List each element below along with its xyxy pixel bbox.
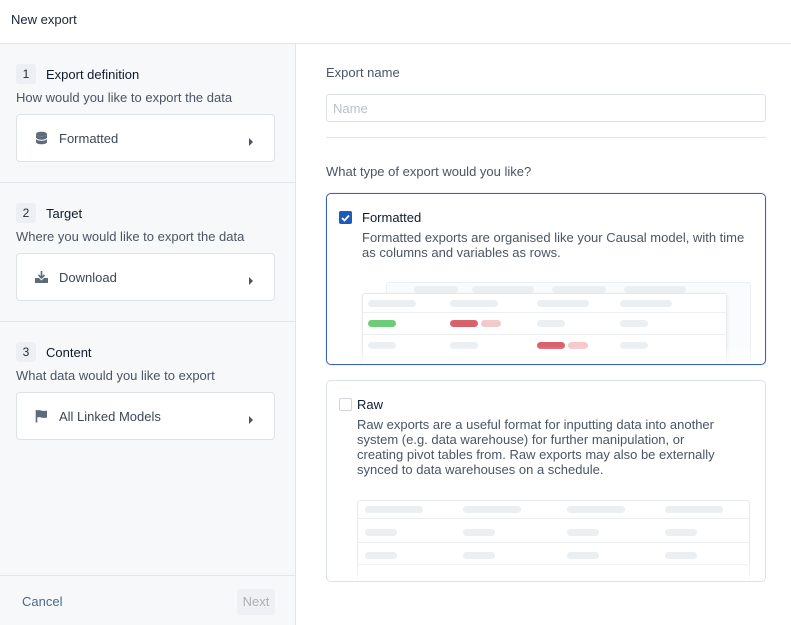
cancel-button[interactable]: Cancel [22,594,62,609]
target-value: Download [59,269,117,285]
formatted-checkbox[interactable] [339,211,352,224]
export-form: Export name What type of export would yo… [296,44,791,625]
export-definition-value: Formatted [59,130,119,146]
step-title: Content [46,344,92,360]
raw-preview-illustration [357,500,752,581]
chevron-right-icon [248,412,256,424]
download-icon [33,269,49,285]
target-select[interactable]: Download [16,253,275,301]
step-export-definition: 1 Export definition How would you like t… [0,44,295,183]
flag-icon [33,408,49,424]
export-definition-select[interactable]: Formatted [16,114,275,162]
export-name-input[interactable] [326,94,766,122]
option-title: Raw [357,397,384,412]
option-description: Formatted exports are organised like you… [362,230,745,260]
step-description: How would you like to export the data [16,90,233,105]
dialog-footer: Cancel Next [0,575,295,625]
export-type-question: What type of export would you like? [326,164,532,179]
chevron-right-icon [248,134,256,146]
option-description: Raw exports are a useful format for inpu… [357,417,715,477]
step-number: 1 [16,64,36,84]
raw-checkbox[interactable] [339,398,352,411]
export-type-formatted-option[interactable]: Formatted Formatted exports are organise… [326,193,766,365]
formatted-preview-illustration [362,282,757,364]
dialog-title: New export [11,12,77,27]
step-title: Target [46,205,83,221]
content-value: All Linked Models [59,408,161,424]
steps-sidebar: 1 Export definition How would you like t… [0,44,296,625]
step-content: 3 Content What data would you like to ex… [0,322,295,462]
step-description: What data would you like to export [16,368,215,383]
dialog-header: New export [0,0,791,44]
step-title: Export definition [46,66,140,82]
option-title: Formatted [362,210,422,225]
export-type-raw-option[interactable]: Raw Raw exports are a useful format for … [326,380,766,582]
chevron-right-icon [248,273,256,285]
checkmark-icon [341,214,350,222]
export-name-label: Export name [326,65,400,80]
content-select[interactable]: All Linked Models [16,392,275,440]
database-icon [33,130,49,146]
next-button[interactable]: Next [237,589,275,615]
step-target: 2 Target Where you would like to export … [0,183,295,322]
divider [326,137,766,138]
step-number: 3 [16,342,36,362]
step-number: 2 [16,203,36,223]
step-description: Where you would like to export the data [16,229,245,244]
